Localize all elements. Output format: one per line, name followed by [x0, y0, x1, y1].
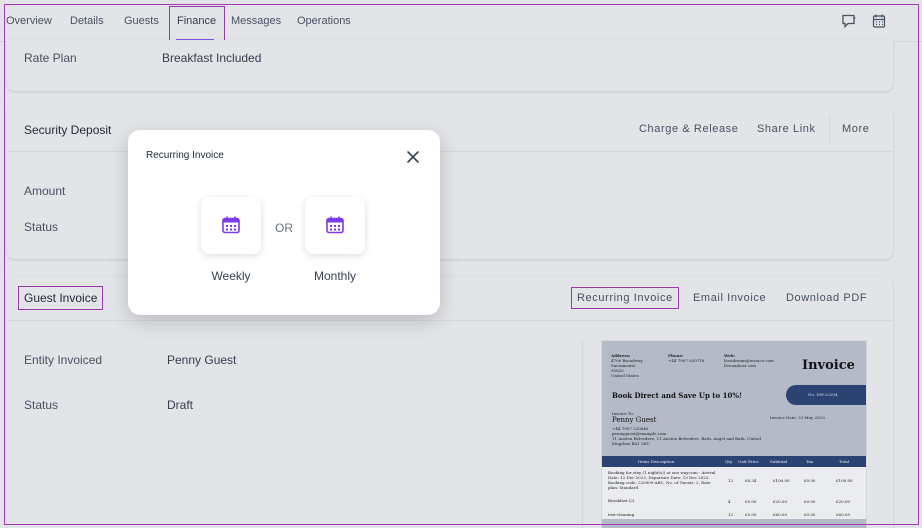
calendar-icon — [222, 216, 240, 234]
weekly-option-button[interactable] — [201, 197, 261, 254]
or-separator: OR — [275, 221, 293, 235]
monthly-option-button[interactable] — [305, 197, 365, 254]
calendar-icon — [326, 216, 344, 234]
weekly-label: Weekly — [211, 269, 251, 283]
recurring-invoice-modal: Recurring Invoice OR Weekly Monthly — [128, 130, 440, 315]
monthly-label: Monthly — [313, 269, 357, 283]
modal-title: Recurring Invoice — [146, 150, 224, 161]
close-icon[interactable] — [406, 150, 420, 164]
